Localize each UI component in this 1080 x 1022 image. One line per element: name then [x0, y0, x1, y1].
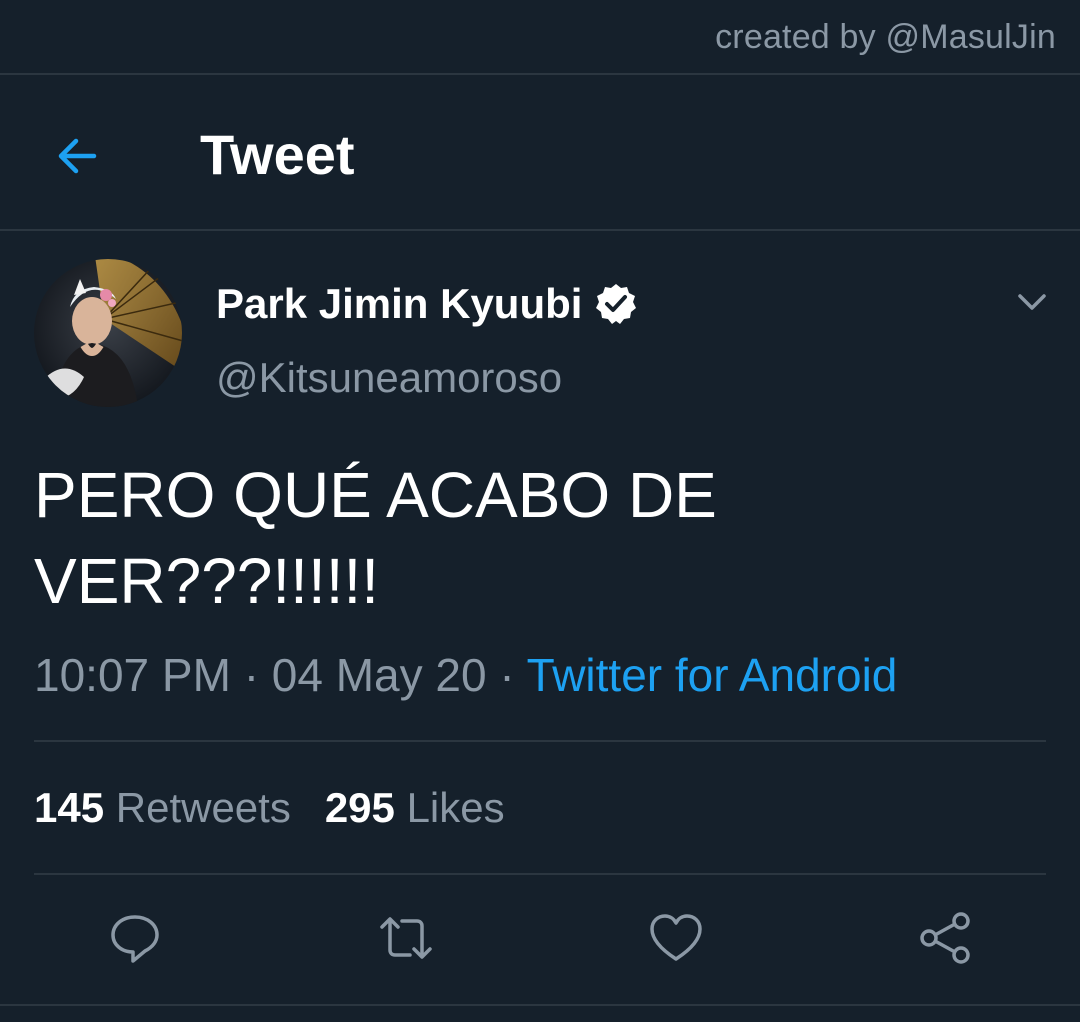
chevron-down-icon — [1018, 294, 1046, 310]
avatar[interactable] — [34, 259, 182, 407]
author-name-row[interactable]: Park Jimin Kyuubi — [216, 280, 638, 328]
likes-count: 295 — [324, 784, 395, 831]
verified-badge-icon — [594, 282, 638, 326]
page-title: Tweet — [200, 123, 355, 186]
share-icon — [920, 912, 970, 964]
retweets-count: 145 — [34, 784, 105, 831]
arrow-left-icon — [58, 138, 97, 174]
retweet-icon — [380, 917, 432, 959]
meta-separator: · — [499, 649, 527, 701]
meta-divider — [34, 740, 1046, 742]
likes-stat[interactable]: 295 Likes — [325, 784, 505, 831]
share-button[interactable] — [915, 908, 975, 968]
tweet-metadata: 10:07 PM · 04 May 20 · Twitter for Andro… — [34, 648, 897, 702]
like-button[interactable] — [646, 908, 706, 968]
credit-watermark: created by @MasulJin — [715, 18, 1056, 56]
stats-divider — [34, 873, 1046, 875]
tweet-stats: 145 Retweets 295 Likes — [34, 784, 505, 832]
retweets-label: Retweets — [115, 784, 291, 831]
tweet-time: 10:07 PM — [34, 649, 231, 701]
author-handle[interactable]: @Kitsuneamoroso — [216, 354, 562, 402]
retweet-button[interactable] — [376, 908, 436, 968]
author-name: Park Jimin Kyuubi — [216, 280, 583, 327]
reply-icon — [111, 915, 159, 963]
avatar-image — [34, 259, 182, 407]
reply-button[interactable] — [105, 908, 165, 968]
retweets-stat[interactable]: 145 Retweets — [34, 784, 291, 831]
tweet-detail-screen: created by @MasulJin Tweet Park Jimin Ky… — [0, 0, 1080, 1022]
meta-separator: · — [243, 649, 272, 701]
more-options-button[interactable] — [1010, 280, 1054, 324]
bottom-divider — [0, 1004, 1080, 1006]
heart-icon — [650, 914, 702, 961]
tweet-source-link[interactable]: Twitter for Android — [527, 649, 898, 701]
back-button[interactable] — [44, 124, 108, 188]
tweet-text-line: PERO QUÉ ACABO DE — [34, 459, 717, 531]
top-divider — [0, 73, 1080, 75]
tweet-text: PERO QUÉ ACABO DE VER???!!!!!! — [34, 452, 1034, 624]
likes-label: Likes — [406, 784, 505, 831]
tweet-text-line: VER???!!!!!! — [34, 545, 380, 617]
tweet-date: 04 May 20 — [271, 649, 487, 701]
header-divider — [0, 229, 1080, 231]
